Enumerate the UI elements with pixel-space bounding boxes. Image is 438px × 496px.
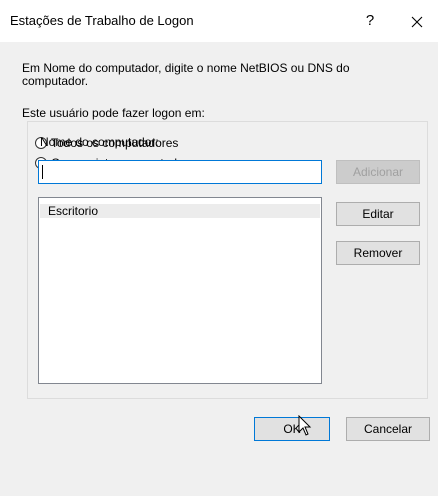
close-button[interactable] [402,8,432,34]
help-button[interactable]: ? [358,8,382,34]
edit-button[interactable]: Editar [336,202,420,226]
window-title: Estações de Trabalho de Logon [10,13,194,28]
computers-list[interactable]: Escritorio [38,197,322,384]
instructions-text: Em Nome do computador, digite o nome Net… [22,61,350,88]
close-icon [411,16,423,28]
add-button[interactable]: Adicionar [336,160,420,184]
cancel-button[interactable]: Cancelar [346,417,430,441]
title-bar: Estações de Trabalho de Logon ? [0,0,438,42]
logon-label: Este usuário pode fazer logon em: [22,106,205,120]
ok-button[interactable]: OK [254,417,330,441]
computer-name-label: Nome do computador: [40,135,159,149]
list-item[interactable]: Escritorio [40,204,320,218]
computer-name-input[interactable] [38,160,322,184]
remove-button[interactable]: Remover [336,241,420,265]
mouse-pointer-icon [298,415,312,436]
text-caret [42,165,43,179]
